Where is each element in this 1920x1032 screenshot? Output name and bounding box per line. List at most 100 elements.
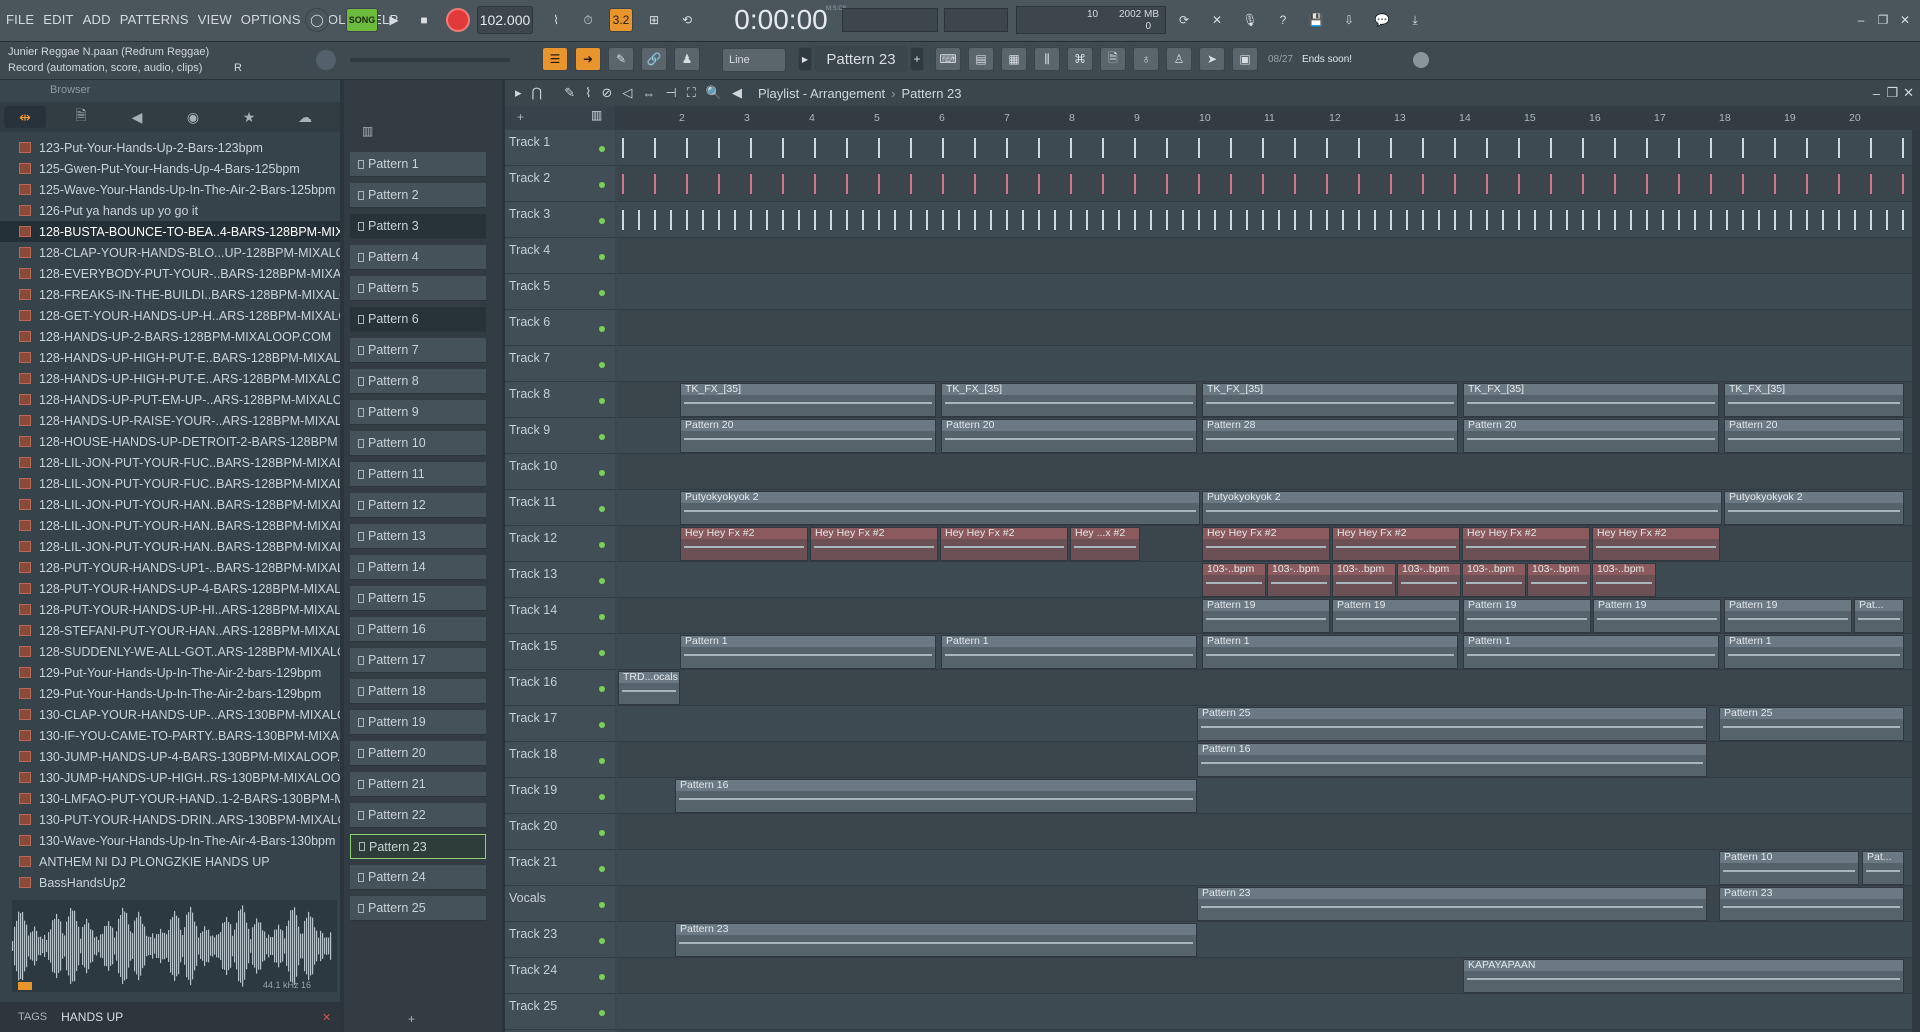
track-header[interactable]: Track 23 xyxy=(505,922,615,958)
stamp-button[interactable]: ♟ xyxy=(674,47,700,71)
browser-tab-plugins[interactable]: ◀ xyxy=(116,106,158,128)
menu-file[interactable]: FILE xyxy=(6,12,34,27)
pattern-item[interactable]: Pattern 12 xyxy=(350,493,486,518)
track-enable-led[interactable] xyxy=(599,650,605,656)
track-enable-led[interactable] xyxy=(599,506,605,512)
track-enable-led[interactable] xyxy=(599,290,605,296)
track-enable-led[interactable] xyxy=(599,398,605,404)
playlist-clip[interactable]: Hey Hey Fx #2 xyxy=(1592,527,1720,561)
tempo-display[interactable]: 102.000 xyxy=(477,6,533,34)
track-header[interactable]: Track 10 xyxy=(505,454,615,490)
pattern-item[interactable]: Pattern 8 xyxy=(350,369,486,394)
track-enable-led[interactable] xyxy=(599,866,605,872)
loop-record-button[interactable]: ⟲ xyxy=(675,8,699,32)
maximize-button[interactable]: ❐ xyxy=(1874,8,1892,32)
track-enable-led[interactable] xyxy=(599,470,605,476)
track-row[interactable] xyxy=(617,166,1912,202)
globe-icon[interactable] xyxy=(1413,52,1429,68)
pattern-item[interactable]: Pattern 4 xyxy=(350,245,486,270)
playlist-clip[interactable]: 103-..bpm xyxy=(1527,563,1591,597)
menu-view[interactable]: VIEW xyxy=(198,12,232,27)
browser-file-item[interactable]: 128-HANDS-UP-HIGH-PUT-E..ARS-128BPM-MIXA… xyxy=(0,368,340,389)
pattern-add-button[interactable]: + xyxy=(910,47,924,71)
piano-roll-button[interactable]: ⌨ xyxy=(935,47,961,71)
playlist-clip[interactable]: 103-..bpm xyxy=(1462,563,1526,597)
playlist-clip[interactable]: Pattern 19 xyxy=(1202,599,1330,633)
track-enable-led[interactable] xyxy=(599,362,605,368)
select-tool-icon[interactable]: ⛶ xyxy=(687,85,696,101)
close-button[interactable]: ✕ xyxy=(1896,8,1914,32)
browser-file-item[interactable]: 128-CLAP-YOUR-HANDS-BLO...UP-128BPM-MIXA… xyxy=(0,242,340,263)
browser-file-item[interactable]: 125-Gwen-Put-Your-Hands-Up-4-Bars-125bpm xyxy=(0,158,340,179)
mixer-button[interactable]: ⫼ xyxy=(1034,47,1060,71)
browser-file-item[interactable]: 128-SUDDENLY-WE-ALL-GOT..ARS-128BPM-MIXA… xyxy=(0,641,340,662)
export-button[interactable]: ⇩ xyxy=(1337,8,1361,32)
playlist-clip[interactable]: Pat... xyxy=(1862,851,1904,885)
playlist-clip[interactable]: Pattern 20 xyxy=(941,419,1197,453)
track-enable-led[interactable] xyxy=(599,218,605,224)
help-button[interactable]: ? xyxy=(1271,8,1295,32)
browser-file-item[interactable]: 130-Wave-Your-Hands-Up-In-The-Air-4-Bars… xyxy=(0,830,340,851)
browser-file-item[interactable]: 128-LIL-JON-PUT-YOUR-HAN..BARS-128BPM-MI… xyxy=(0,536,340,557)
playlist-clip[interactable]: Pattern 1 xyxy=(1724,635,1904,669)
browser-file-item[interactable]: 128-HANDS-UP-HIGH-PUT-E..BARS-128BPM-MIX… xyxy=(0,347,340,368)
playlist-clip[interactable]: 103-..bpm xyxy=(1332,563,1396,597)
pattern-item[interactable]: Pattern 13 xyxy=(350,524,486,549)
play-preview-icon[interactable] xyxy=(18,982,32,990)
track-enable-led[interactable] xyxy=(599,614,605,620)
playlist-clip[interactable]: Pattern 25 xyxy=(1197,707,1707,741)
playlist-clip[interactable]: TK_FX_[35] xyxy=(680,383,936,417)
track-enable-led[interactable] xyxy=(599,1010,605,1016)
step-seq-button[interactable]: ▤ xyxy=(968,47,994,71)
record-button[interactable] xyxy=(446,8,470,32)
browser-file-item[interactable]: 126-Put ya hands up yo go it xyxy=(0,200,340,221)
track-enable-led[interactable] xyxy=(599,758,605,764)
track-header[interactable]: Track 12 xyxy=(505,526,615,562)
track-enable-led[interactable] xyxy=(599,254,605,260)
browser-file-item[interactable]: 129-Put-Your-Hands-Up-In-The-Air-2-bars-… xyxy=(0,662,340,683)
track-enable-led[interactable] xyxy=(599,326,605,332)
playlist-clip[interactable]: Pattern 10 xyxy=(1719,851,1859,885)
arrangement-grid[interactable]: TK_FX_[35] TK_FX_[35] TK_FX_[35] TK_FX_[35]… xyxy=(617,130,1912,1032)
slip-tool-icon[interactable]: ⇔ xyxy=(642,86,655,101)
playlist-clip[interactable]: Pattern 1 xyxy=(941,635,1197,669)
vertical-scrollbar[interactable] xyxy=(1912,130,1920,1032)
track-header[interactable]: Track 15 xyxy=(505,634,615,670)
playlist-clip[interactable]: Putyokyokyok 2 xyxy=(1724,491,1904,525)
track-row[interactable] xyxy=(617,238,1912,274)
track-header[interactable]: Track 11 xyxy=(505,490,615,526)
browser-file-item[interactable]: 125-Wave-Your-Hands-Up-In-The-Air-2-Bars… xyxy=(0,179,340,200)
pattern-item[interactable]: Pattern 2 xyxy=(350,183,486,208)
browser-tab-project[interactable]: 🗎 xyxy=(60,106,102,128)
browser-file-item[interactable]: 130-CLAP-YOUR-HANDS-UP-..ARS-130BPM-MIXA… xyxy=(0,704,340,725)
playlist-clip[interactable]: Pattern 23 xyxy=(1719,887,1904,921)
browser-file-item[interactable]: 128-LIL-JON-PUT-YOUR-HAN..BARS-128BPM-MI… xyxy=(0,515,340,536)
playlist-clip[interactable]: Pattern 25 xyxy=(1719,707,1904,741)
plugin-button[interactable]: ⌘ xyxy=(1067,47,1093,71)
playlist-clip[interactable]: Pattern 1 xyxy=(680,635,936,669)
track-header[interactable]: Track 20 xyxy=(505,814,615,850)
track-header[interactable]: Track 9 xyxy=(505,418,615,454)
save-button[interactable]: 💾 xyxy=(1304,8,1328,32)
pattern-item[interactable]: Pattern 10 xyxy=(350,431,486,456)
browser-file-item[interactable]: 128-HANDS-UP-2-BARS-128BPM-MIXALOOP.COM xyxy=(0,326,340,347)
time-display[interactable]: 0:00:00 xyxy=(734,4,827,35)
browser-file-item[interactable]: 128-FREAKS-IN-THE-BUILDI..BARS-128BPM-MI… xyxy=(0,284,340,305)
pattern-item[interactable]: Pattern 14 xyxy=(350,555,486,580)
playlist-clip[interactable]: Pattern 16 xyxy=(675,779,1197,813)
playlist-clip[interactable]: TK_FX_[35] xyxy=(1202,383,1458,417)
playlist-clip[interactable]: Pattern 19 xyxy=(1724,599,1852,633)
timeline-ruler[interactable]: 2 3 4 5 6 7 8 9 10 11 12 13 14 15 16 17 18 19 20 xyxy=(615,106,1920,130)
master-pitch-slider[interactable] xyxy=(350,58,510,62)
playlist-clip[interactable]: Pattern 1 xyxy=(1202,635,1458,669)
playback-tool-icon[interactable]: ◀ xyxy=(732,85,742,101)
wait-button[interactable]: ⏱ xyxy=(576,8,600,32)
track-enable-led[interactable] xyxy=(599,830,605,836)
pattern-item[interactable]: Pattern 20 xyxy=(350,741,486,766)
browser-file-item[interactable]: 130-LMFAO-PUT-YOUR-HAND..1-2-BARS-130BPM… xyxy=(0,788,340,809)
browser-file-item[interactable]: 128-PUT-YOUR-HANDS-UP-HI..ARS-128BPM-MIX… xyxy=(0,599,340,620)
pattern-item[interactable]: Pattern 5 xyxy=(350,276,486,301)
send-button[interactable]: ➤ xyxy=(1199,47,1225,71)
track-header[interactable]: Track 25 xyxy=(505,994,615,1030)
playlist-clip[interactable]: Pattern 20 xyxy=(1724,419,1904,453)
